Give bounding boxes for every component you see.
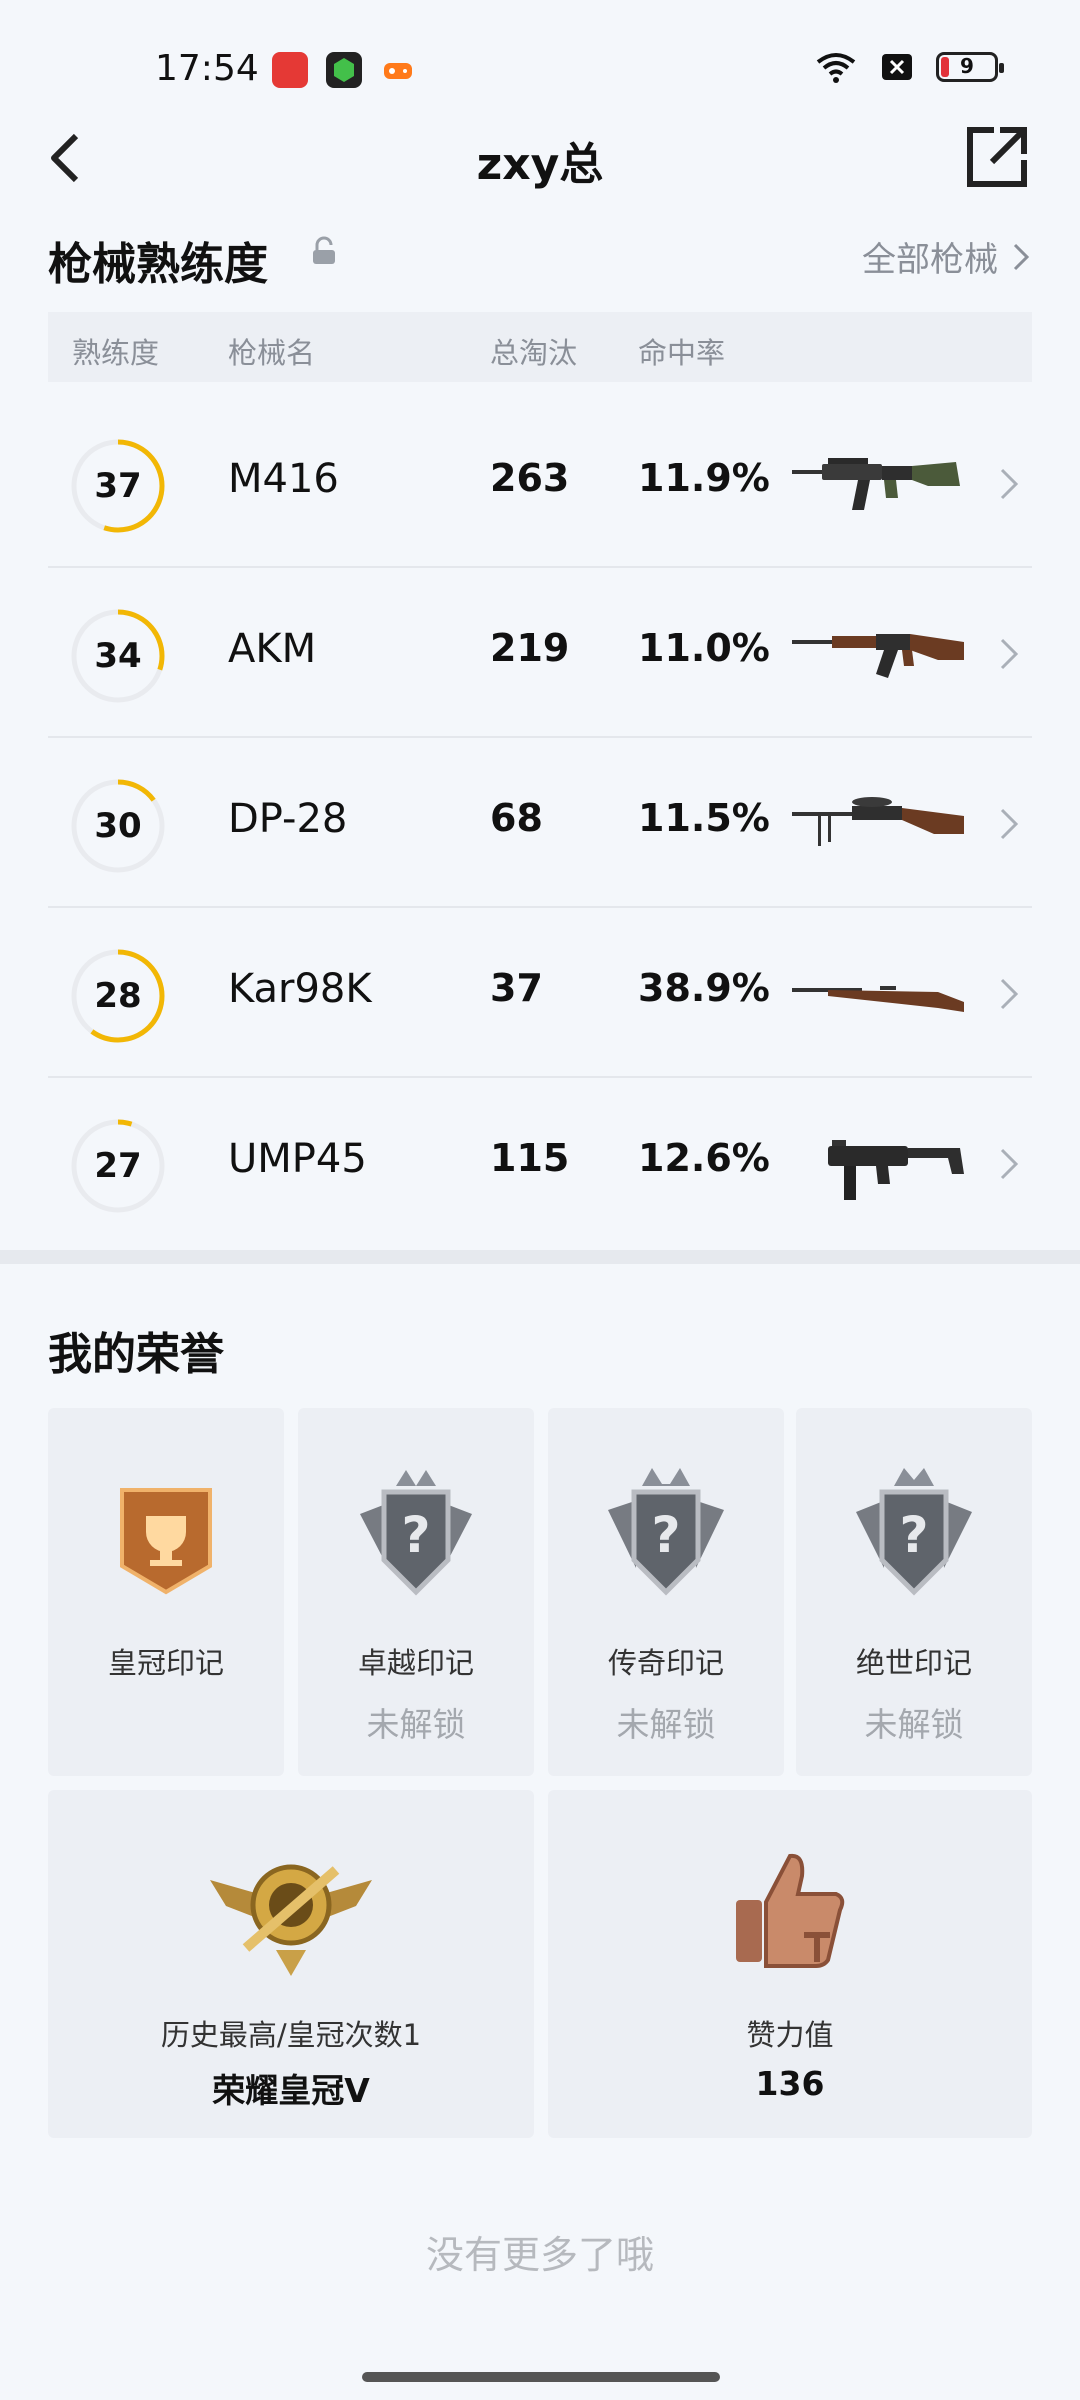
honor-card-crown[interactable]: 皇冠印记 [48, 1408, 284, 1776]
chevron-right-icon [1013, 243, 1030, 270]
gun-name: UMP45 [228, 1136, 367, 1182]
column-header: 枪械名 [228, 336, 316, 370]
all-guns-label: 全部枪械 [862, 240, 998, 280]
ump45-smg-image [828, 1140, 964, 1200]
eliminations-value: 37 [490, 966, 543, 1010]
chevron-right-icon [1000, 638, 1019, 670]
gun-row[interactable]: 37 M416 263 11.9% [48, 398, 1032, 568]
highest-rank-label: 历史最高/皇冠次数1 [160, 2018, 422, 2052]
no-sim-icon [882, 54, 912, 80]
eliminations-value: 263 [490, 456, 570, 500]
trophy-shield-icon [120, 1488, 212, 1595]
svg-text:?: ? [899, 1506, 928, 1564]
share-icon [967, 127, 1027, 187]
crown-rank-badge-icon [210, 1864, 372, 1976]
eliminations-value: 219 [490, 626, 570, 670]
mastery-level: 28 [94, 976, 142, 1016]
mastery-level: 30 [94, 806, 142, 846]
lock-icon [313, 236, 335, 264]
honor-card-excellent[interactable]: ? 卓越印记 未解锁 [298, 1408, 534, 1776]
honor-label: 传奇印记 [607, 1646, 724, 1680]
honor-card-legend[interactable]: ? 传奇印记 未解锁 [548, 1408, 784, 1776]
m416-rifle-image [792, 458, 960, 510]
gun-name: DP-28 [228, 796, 348, 842]
game-controller-icon [380, 52, 416, 88]
chevron-right-icon [1000, 1148, 1019, 1180]
mastery-level: 27 [94, 1146, 142, 1186]
svg-text:?: ? [401, 1506, 430, 1564]
mastery-table-header: 熟练度 枪械名 总淘汰 命中率 [48, 312, 1032, 382]
chevron-right-icon [1000, 468, 1019, 500]
accuracy-value: 11.0% [638, 626, 770, 670]
locked-badge-icon: ? [608, 1468, 724, 1596]
eliminations-value: 115 [490, 1136, 570, 1180]
gun-row[interactable]: 30 DP-28 68 11.5% [48, 738, 1032, 908]
honor-status: 未解锁 [864, 1705, 964, 1744]
accuracy-value: 11.5% [638, 796, 770, 840]
battery-level: 9 [960, 54, 974, 78]
dp28-machine-gun-image [792, 797, 964, 846]
honor-card-peerless[interactable]: ? 绝世印记 未解锁 [796, 1408, 1032, 1776]
no-more-text: 没有更多了哦 [425, 2233, 654, 2277]
honor-label: 皇冠印记 [107, 1646, 224, 1680]
home-indicator[interactable] [362, 2372, 720, 2382]
honor-status: 未解锁 [366, 1705, 466, 1744]
kar98k-rifle-image [792, 986, 964, 1012]
gun-name: Kar98K [228, 966, 372, 1012]
section-divider [0, 1250, 1080, 1264]
page-title: zxy总 [476, 139, 604, 190]
svg-text:?: ? [651, 1506, 680, 1564]
wifi-icon [816, 53, 856, 83]
gun-row[interactable]: 28 Kar98K 37 38.9% [48, 908, 1032, 1078]
share-button[interactable] [964, 124, 1030, 190]
likes-card[interactable]: 赞力值 136 [548, 1790, 1032, 2138]
battery-icon: 9 [936, 52, 1004, 82]
gun-row[interactable]: 34 AKM 219 11.0% [48, 568, 1032, 738]
accuracy-value: 11.9% [638, 456, 770, 500]
eliminations-value: 68 [490, 796, 543, 840]
mastery-level: 37 [94, 466, 142, 506]
highest-rank-card[interactable]: 历史最高/皇冠次数1 荣耀皇冠V [48, 1790, 534, 2138]
accuracy-value: 12.6% [638, 1136, 770, 1180]
honors-title: 我的荣誉 [48, 1329, 224, 1380]
column-header: 命中率 [638, 336, 726, 370]
mastery-level: 34 [94, 636, 142, 676]
honor-status: 未解锁 [616, 1705, 716, 1744]
locked-badge-icon: ? [856, 1468, 972, 1596]
status-time: 17:54 [155, 48, 259, 89]
app-notification-icon [272, 52, 308, 88]
accuracy-value: 38.9% [638, 966, 770, 1010]
honor-label: 绝世印记 [855, 1646, 972, 1680]
all-guns-link[interactable]: 全部枪械 [862, 232, 1030, 281]
akm-rifle-image [792, 634, 964, 678]
chevron-right-icon [1000, 808, 1019, 840]
thumbs-up-icon [736, 1853, 845, 1968]
likes-value: 136 [755, 2064, 825, 2103]
gun-name: M416 [228, 456, 339, 502]
locked-badge-icon: ? [360, 1470, 472, 1596]
mastery-title: 枪械熟练度 [48, 239, 268, 290]
likes-label: 赞力值 [746, 2018, 834, 2052]
app-notification-icon [326, 52, 362, 88]
gun-name: AKM [228, 626, 317, 672]
column-header: 总淘汰 [490, 336, 578, 370]
gun-row[interactable]: 27 UMP45 115 12.6% [48, 1078, 1032, 1248]
chevron-right-icon [1000, 978, 1019, 1010]
highest-rank-value: 荣耀皇冠V [212, 2071, 370, 2110]
honor-label: 卓越印记 [357, 1646, 474, 1680]
status-icons: 9 [814, 50, 1004, 84]
column-header: 熟练度 [72, 336, 160, 370]
